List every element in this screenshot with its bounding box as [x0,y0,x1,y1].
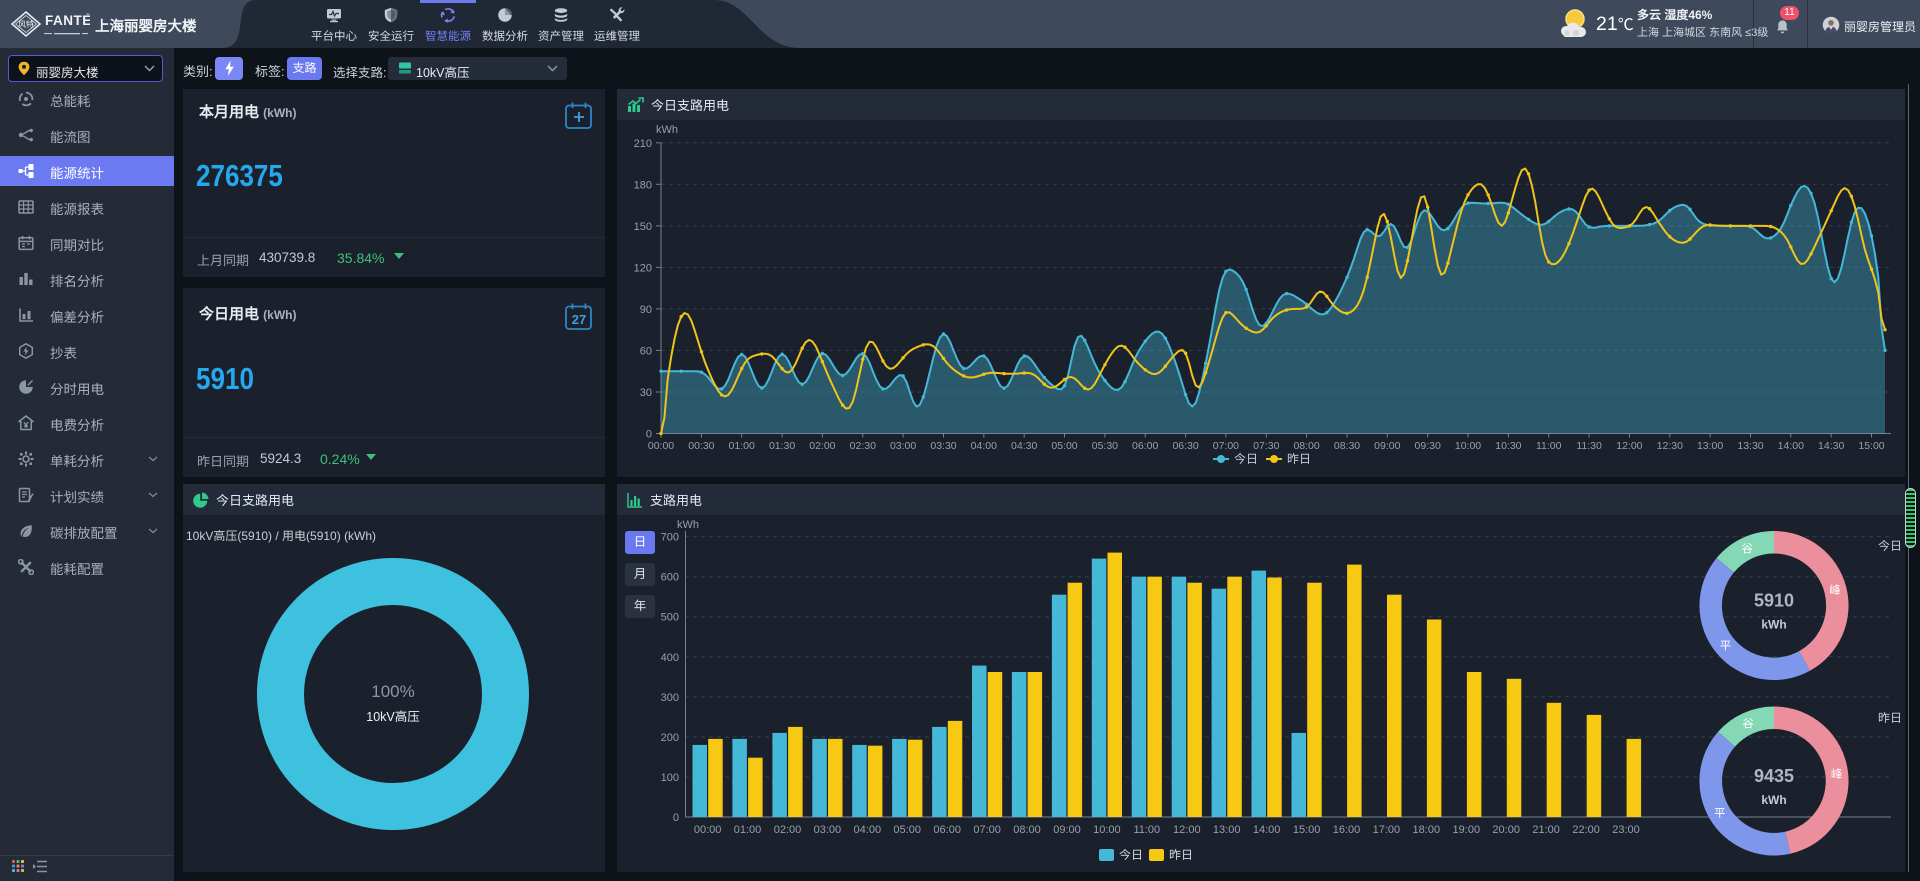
svg-text:14:30: 14:30 [1818,440,1844,452]
svg-text:13:00: 13:00 [1697,440,1723,452]
svg-text:12:00: 12:00 [1616,440,1642,452]
svg-text:09:30: 09:30 [1415,440,1441,452]
svg-text:风特: 风特 [18,19,34,30]
svg-text:100: 100 [661,772,679,784]
svg-text:0: 0 [646,429,652,441]
svg-text:13:30: 13:30 [1737,440,1763,452]
svg-text:27: 27 [572,312,586,327]
svg-text:平: 平 [1714,808,1726,820]
svg-text:12:30: 12:30 [1657,440,1683,452]
svg-text:平: 平 [1720,641,1732,653]
svg-text:22:00: 22:00 [1572,824,1600,836]
svg-text:03:00: 03:00 [890,440,916,452]
svg-text:06:00: 06:00 [1132,440,1158,452]
svg-text:200: 200 [661,732,679,744]
svg-text:150: 150 [634,221,652,233]
svg-text:谷: 谷 [1742,718,1754,731]
svg-text:04:30: 04:30 [1011,440,1037,452]
svg-text:11:30: 11:30 [1576,440,1602,452]
svg-text:15:00: 15:00 [1858,440,1884,452]
svg-text:12:00: 12:00 [1173,824,1201,836]
svg-text:昨日: 昨日 [1287,452,1311,466]
svg-text:15:00: 15:00 [1293,824,1321,836]
svg-text:30: 30 [640,387,652,399]
svg-text:kWh: kWh [677,519,699,531]
svg-text:00:30: 00:30 [688,440,714,452]
svg-text:17:00: 17:00 [1373,824,1401,836]
svg-text:500: 500 [661,612,679,624]
svg-text:0: 0 [673,812,679,824]
svg-text:60: 60 [640,345,652,357]
svg-text:05:30: 05:30 [1092,440,1118,452]
svg-text:今日: 今日 [1878,539,1902,553]
svg-text:03:30: 03:30 [930,440,956,452]
svg-text:01:30: 01:30 [769,440,795,452]
svg-text:13:00: 13:00 [1213,824,1241,836]
svg-text:峰: 峰 [1831,768,1843,781]
svg-text:05:00: 05:00 [1051,440,1077,452]
svg-text:kWh: kWh [1761,793,1786,807]
svg-text:01:00: 01:00 [729,440,755,452]
svg-text:今日: 今日 [1119,848,1143,862]
svg-text:180: 180 [634,179,652,191]
svg-text:07:00: 07:00 [973,824,1001,836]
svg-text:16:00: 16:00 [1333,824,1361,836]
svg-text:120: 120 [634,262,652,274]
svg-text:峰: 峰 [1829,584,1841,597]
svg-text:00:00: 00:00 [648,440,674,452]
svg-text:00:00: 00:00 [694,824,722,836]
svg-text:06:30: 06:30 [1172,440,1198,452]
svg-text:90: 90 [640,304,652,316]
svg-text:10:00: 10:00 [1455,440,1481,452]
svg-text:19:00: 19:00 [1453,824,1481,836]
svg-text:700: 700 [661,532,679,544]
svg-text:10:30: 10:30 [1495,440,1521,452]
svg-text:5910: 5910 [1754,591,1794,611]
svg-text:14:00: 14:00 [1778,440,1804,452]
svg-text:09:00: 09:00 [1053,824,1081,836]
svg-text:9435: 9435 [1754,766,1794,786]
svg-text:18:00: 18:00 [1413,824,1441,836]
svg-text:02:00: 02:00 [774,824,802,836]
svg-text:08:00: 08:00 [1013,824,1041,836]
svg-text:04:00: 04:00 [971,440,997,452]
svg-text:400: 400 [661,652,679,664]
svg-text:昨日: 昨日 [1878,711,1902,725]
svg-text:FANTE: FANTE [45,13,90,28]
svg-text:10:00: 10:00 [1093,824,1121,836]
svg-text:20:00: 20:00 [1492,824,1520,836]
svg-text:02:30: 02:30 [850,440,876,452]
svg-text:08:30: 08:30 [1334,440,1360,452]
svg-text:08:00: 08:00 [1293,440,1319,452]
svg-text:04:00: 04:00 [854,824,882,836]
svg-text:11:00: 11:00 [1536,440,1562,452]
svg-text:210: 210 [634,138,652,150]
svg-text:今日: 今日 [1234,452,1258,466]
svg-text:07:00: 07:00 [1213,440,1239,452]
svg-text:昨日: 昨日 [1169,848,1193,862]
svg-text:03:00: 03:00 [814,824,842,836]
svg-text:谷: 谷 [1741,543,1753,556]
svg-text:23:00: 23:00 [1612,824,1640,836]
svg-text:600: 600 [661,572,679,584]
svg-text:®: ® [86,12,90,19]
svg-text:02:00: 02:00 [809,440,835,452]
svg-text:09:00: 09:00 [1374,440,1400,452]
svg-text:300: 300 [661,692,679,704]
svg-text:21:00: 21:00 [1532,824,1560,836]
svg-text:06:00: 06:00 [933,824,961,836]
svg-text:01:00: 01:00 [734,824,762,836]
svg-text:11:00: 11:00 [1133,824,1160,836]
svg-text:14:00: 14:00 [1253,824,1281,836]
svg-text:07:30: 07:30 [1253,440,1279,452]
svg-text:05:00: 05:00 [893,824,921,836]
svg-text:kWh: kWh [656,124,678,136]
svg-text:kWh: kWh [1761,618,1786,632]
